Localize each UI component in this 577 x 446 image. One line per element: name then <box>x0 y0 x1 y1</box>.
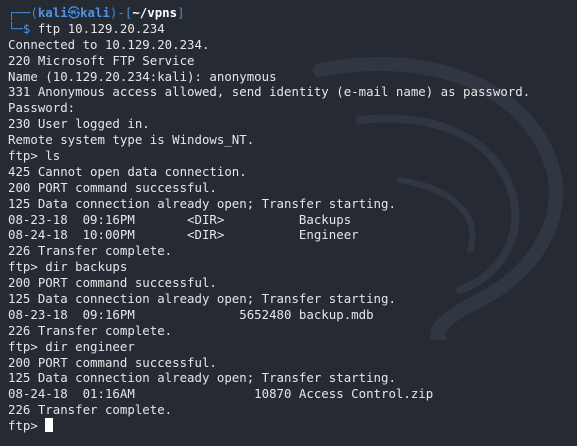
output-line: 331 Anonymous access allowed, send ident… <box>8 84 531 100</box>
output-line: 226 Transfer complete. <box>8 243 173 259</box>
output-line: 220 Microsoft FTP Service <box>8 52 195 68</box>
current-prompt: ftp> <box>8 418 46 434</box>
prompt-host: kali <box>80 5 110 20</box>
prompt-box-open: ┌──( <box>8 5 38 20</box>
prompt-command: ftp 10.129.20.234 <box>30 20 165 36</box>
prompt-user: kali <box>37 5 68 20</box>
prompt-box-mid: )-[ <box>109 5 133 20</box>
output-line: 125 Data connection already open; Transf… <box>8 195 396 211</box>
prompt-box-bottom: └─ <box>8 20 23 36</box>
output-line: 08-24-18 10:00PM <DIR> Engineer <box>8 227 359 243</box>
prompt-header: ┌──(kali㉿kali)-[~/vpns] <box>8 5 577 21</box>
output-line: Remote system type is Windows_NT. <box>8 132 255 148</box>
output-line: 230 User logged in. <box>8 116 150 132</box>
current-prompt-line[interactable]: ftp> <box>8 418 577 434</box>
output-line: 125 Data connection already open; Transf… <box>8 370 396 386</box>
output-line: 200 PORT command successful. <box>8 275 217 291</box>
output-line: 125 Data connection already open; Transf… <box>8 291 396 307</box>
output-line: 08-23-18 09:16PM 5652480 backup.mdb <box>8 306 374 322</box>
output-line: 08-23-18 09:16PM <DIR> Backups <box>8 211 352 227</box>
output-line: Password: <box>8 100 76 116</box>
terminal-window[interactable]: ┌──(kali㉿kali)-[~/vpns] └─$ ftp 10.129.2… <box>0 0 577 446</box>
prompt-command-line: └─$ ftp 10.129.20.234 <box>8 21 577 37</box>
output-line: ftp> dir engineer <box>8 338 135 354</box>
output-line: 425 Cannot open data connection. <box>8 163 247 179</box>
output-line: ftp> dir backups <box>8 259 128 275</box>
prompt-box-close: ] <box>177 5 185 20</box>
output-line: ftp> ls <box>8 148 61 164</box>
terminal-output: ┌──(kali㉿kali)-[~/vpns] └─$ ftp 10.129.2… <box>8 5 577 434</box>
output-line: 200 PORT command successful. <box>8 354 217 370</box>
output-line: Name (10.129.20.234:kali): anonymous <box>8 68 277 84</box>
output-line: 200 PORT command successful. <box>8 179 217 195</box>
output-line: 226 Transfer complete. <box>8 402 173 418</box>
output-line: Connected to 10.129.20.234. <box>8 36 210 52</box>
output-line: 226 Transfer complete. <box>8 322 173 338</box>
prompt-at-symbol: ㉿ <box>67 5 81 20</box>
text-cursor[interactable] <box>45 418 54 433</box>
prompt-path: ~/vpns <box>132 5 178 20</box>
output-line: 08-24-18 01:16AM 10870 Access Control.zi… <box>8 386 434 402</box>
